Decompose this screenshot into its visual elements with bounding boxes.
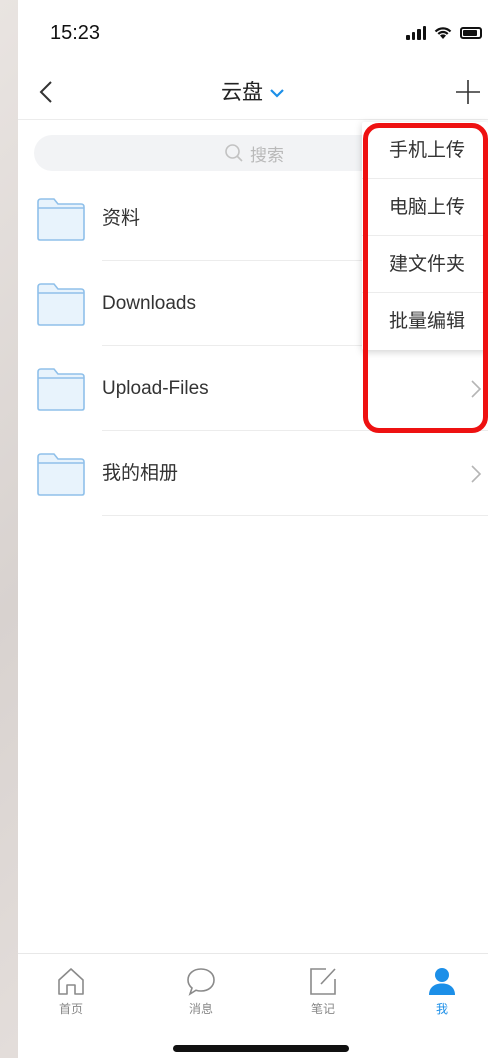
tab-messages-label: 消息 xyxy=(188,1002,213,1016)
chevron-right-icon xyxy=(471,465,482,483)
nav-title[interactable]: 云盘 xyxy=(18,76,488,106)
phone-screen: 15:23 云盘 搜索 资料 Downloads Upload-Files 我的… xyxy=(18,0,488,1058)
folder-icon xyxy=(37,283,85,326)
home-icon xyxy=(58,968,84,995)
signal-icon xyxy=(406,25,426,40)
folder-icon xyxy=(37,368,85,411)
highlight-box xyxy=(363,123,488,433)
note-icon xyxy=(310,968,336,995)
folder-icon xyxy=(37,198,85,241)
tab-notes[interactable]: 笔记 xyxy=(283,964,363,1017)
tab-me-label: 我 xyxy=(435,1002,448,1016)
plus-icon[interactable] xyxy=(454,78,482,106)
tab-notes-label: 笔记 xyxy=(310,1002,335,1016)
home-indicator xyxy=(173,1045,349,1052)
tab-me[interactable]: 我 xyxy=(402,964,482,1017)
tab-home-label: 首页 xyxy=(58,1002,83,1016)
folder-name: Upload-Files xyxy=(102,378,209,399)
nav-bar: 云盘 xyxy=(18,64,488,120)
status-icons xyxy=(406,25,482,40)
tab-home[interactable]: 首页 xyxy=(31,964,111,1017)
tab-bar: 首页 消息 笔记 我 xyxy=(18,953,488,1058)
battery-icon xyxy=(460,26,482,39)
search-placeholder: 搜索 xyxy=(250,145,284,166)
folder-row[interactable]: 我的相册 xyxy=(37,431,488,516)
folder-name: Downloads xyxy=(102,293,196,314)
folder-name: 我的相册 xyxy=(102,463,179,484)
search-icon xyxy=(225,144,243,162)
user-icon xyxy=(429,968,455,995)
folder-icon xyxy=(37,453,85,496)
wifi-icon xyxy=(434,27,452,39)
status-time: 15:23 xyxy=(50,22,101,44)
status-bar: 15:23 xyxy=(18,0,488,64)
tab-messages[interactable]: 消息 xyxy=(161,964,241,1017)
message-icon xyxy=(187,968,215,996)
chevron-down-icon xyxy=(270,89,284,98)
nav-title-label: 云盘 xyxy=(221,80,263,104)
folder-name: 资料 xyxy=(102,208,141,229)
